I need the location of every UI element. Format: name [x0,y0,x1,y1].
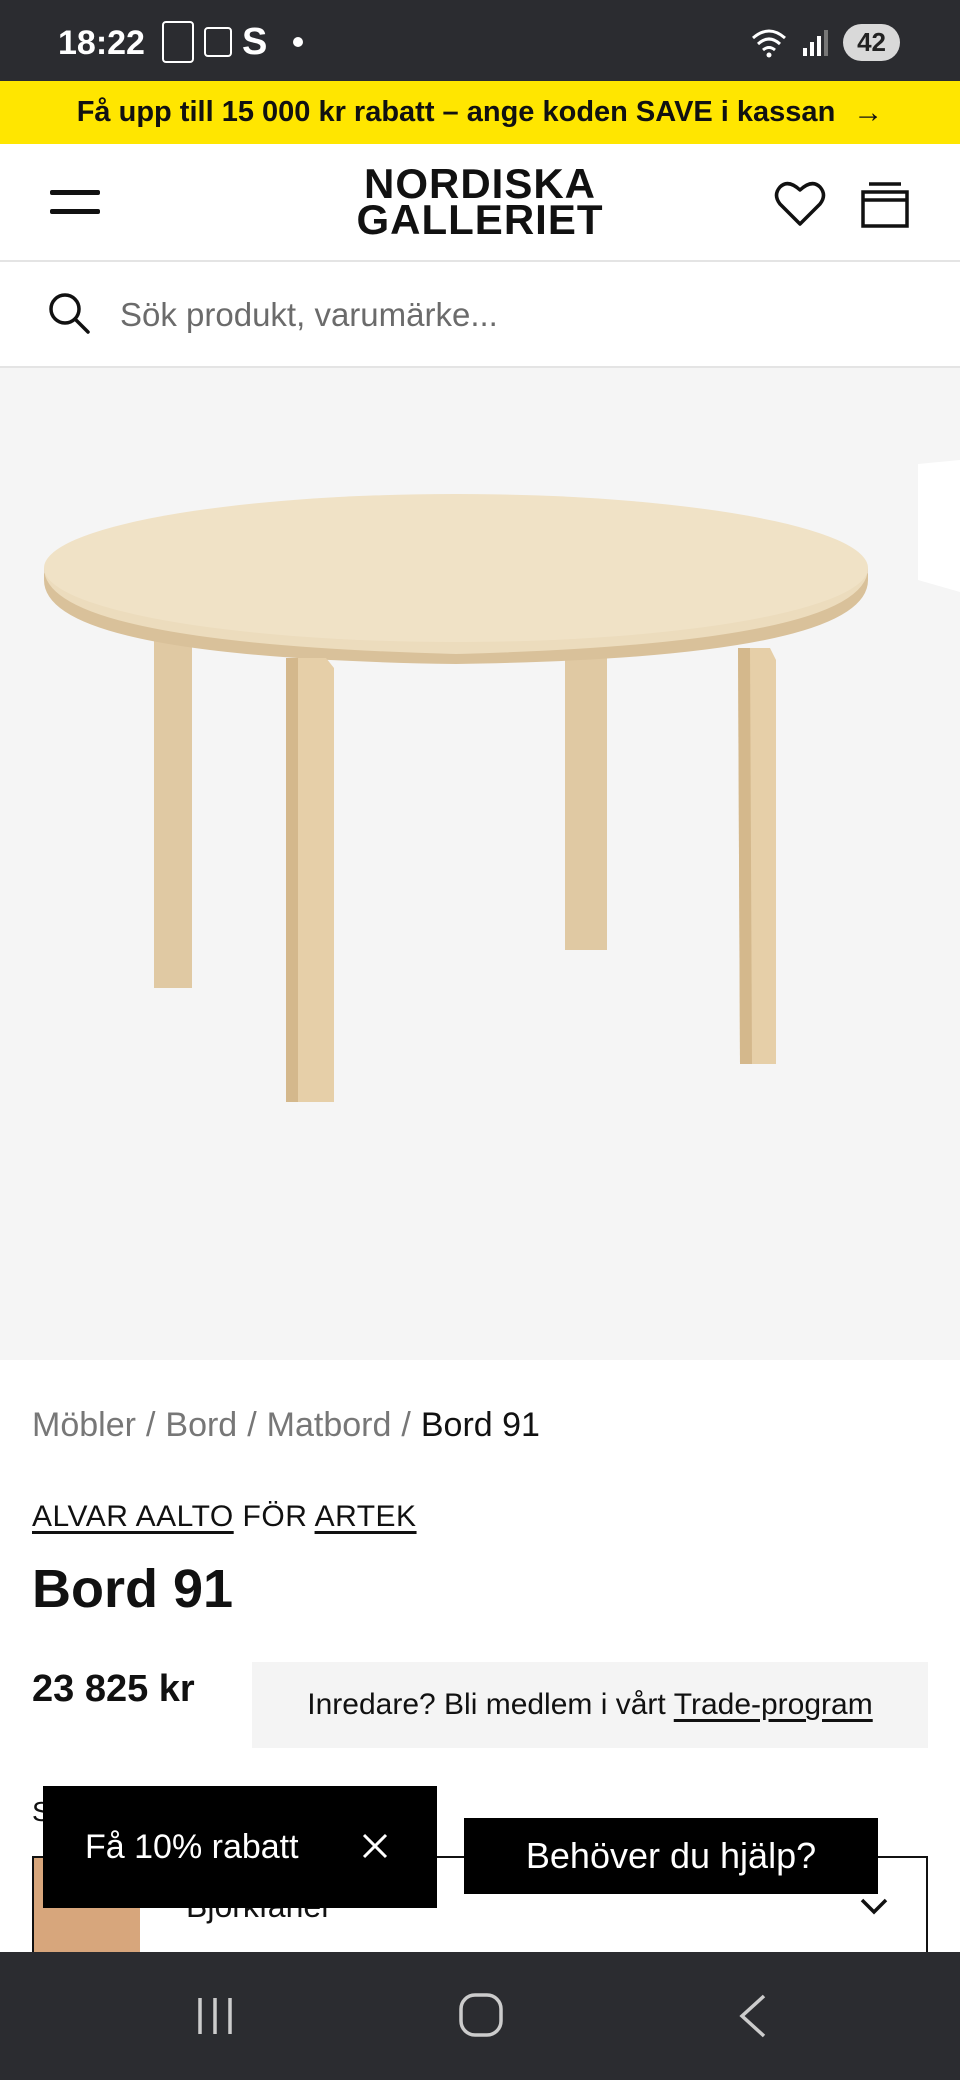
promo-banner[interactable]: Få upp till 15 000 kr rabatt – ange kode… [0,81,960,144]
home-icon[interactable] [458,1992,504,2038]
app-notification-icon [204,27,232,57]
heart-icon[interactable] [774,178,826,230]
site-header: NORDISKA GALLERIET [0,144,960,262]
status-right: 42 [751,24,900,61]
product-price: 23 825 kr [32,1668,195,1710]
help-button[interactable]: Behöver du hjälp? [464,1818,878,1894]
product-image[interactable] [0,368,960,1360]
breadcrumb-separator: / [401,1406,411,1444]
status-bar: 18:22 S 42 [0,0,960,81]
golf-app-icon [162,21,194,63]
signal-icon [803,29,829,56]
breadcrumb: Möbler / Bord / Matbord / Bord 91 [32,1406,540,1445]
search-input[interactable] [118,290,902,340]
discount-popup[interactable]: Få 10% rabatt [43,1786,437,1908]
breadcrumb-matbord[interactable]: Matbord [267,1406,392,1444]
trade-text: Inredare? Bli medlem i vårt [307,1688,666,1721]
discount-text: Få 10% rabatt [85,1827,299,1866]
status-time: 18:22 [58,24,145,62]
designer-line: ALVAR AALTO FÖR ARTEK [32,1500,417,1534]
trade-program-box: Inredare? Bli medlem i vårt Trade-progra… [252,1662,928,1748]
battery-indicator: 42 [843,24,900,61]
brand-link[interactable]: ARTEK [315,1500,417,1533]
next-image-peek [918,460,960,592]
cart-icon[interactable] [860,180,910,230]
trade-program-link[interactable]: Trade-program [674,1688,873,1722]
table-illustration [44,460,960,1102]
search-icon [49,293,90,334]
back-icon[interactable] [734,1992,770,2040]
notification-icons: S [162,21,304,63]
designer-link[interactable]: ALVAR AALTO [32,1500,234,1533]
close-icon[interactable] [361,1832,389,1860]
search-bar [0,262,960,368]
wifi-icon [752,29,787,57]
breadcrumb-current: Bord 91 [420,1406,540,1444]
breadcrumb-mobler[interactable]: Möbler [32,1406,136,1444]
breadcrumb-separator: / [247,1406,257,1444]
arrow-right-icon: → [853,95,884,129]
s-app-icon: S [242,21,268,63]
product-title: Bord 91 [32,1559,234,1619]
more-notifications-icon [293,37,304,47]
breadcrumb-bord[interactable]: Bord [165,1406,237,1444]
recent-apps-icon[interactable] [194,1996,236,2036]
system-nav-bar [0,1952,960,2080]
promo-text: Få upp till 15 000 kr rabatt – ange kode… [76,96,836,128]
designer-for-text: FÖR [242,1500,308,1533]
breadcrumb-separator: / [145,1406,156,1444]
